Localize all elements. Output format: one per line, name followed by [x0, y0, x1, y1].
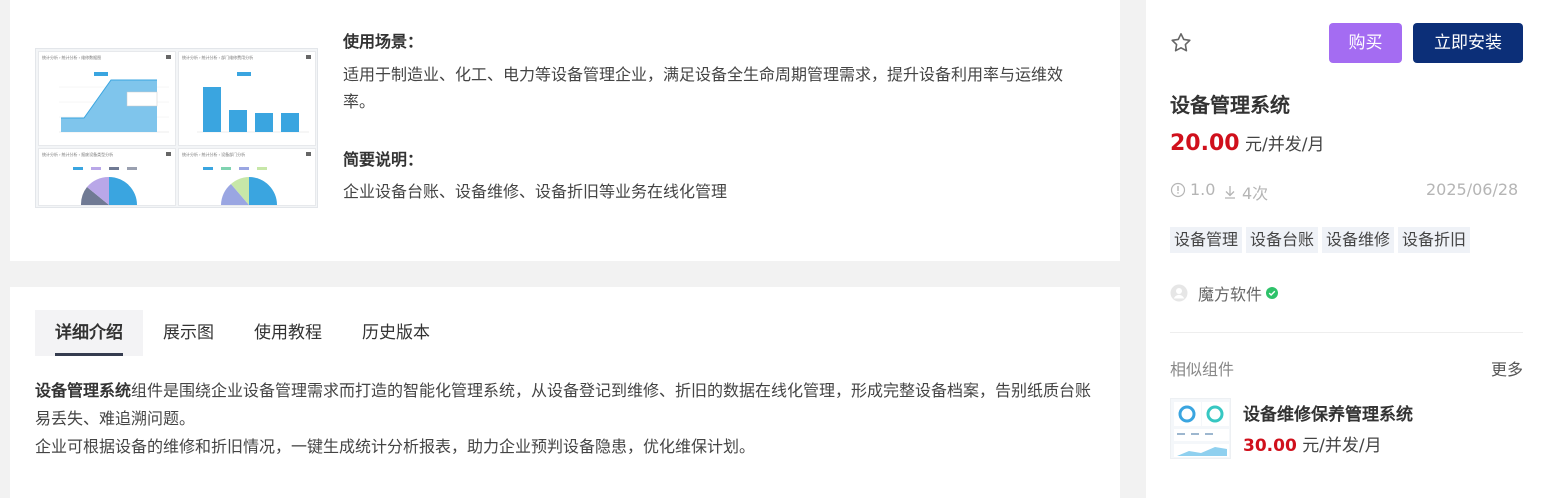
download-count: 4次 — [1242, 184, 1269, 203]
version-value: 1.0 — [1190, 180, 1216, 199]
thumbnail-panel-area-chart: 统计分析 › 统计分析 › 维修数据图 — [38, 51, 176, 146]
detail-paragraph-2: 企业可根据设备的维修和折旧情况，一键生成统计分析报表，助力企业预判设备隐患，优化… — [35, 437, 756, 456]
tag-item[interactable]: 设备台账 — [1246, 227, 1319, 253]
similar-item-thumbnail[interactable] — [1170, 398, 1231, 459]
detail-paragraph-1: 设备管理系统组件是围绕企业设备管理需求而打造的智能化管理系统，从设备登记到维修、… — [35, 377, 1095, 433]
thumbnail-panel-pie-chart: 统计分析 › 统计分析 › 报废设备类型分析 — [38, 148, 176, 206]
detail-product-name: 设备管理系统 — [35, 381, 132, 400]
tag-item[interactable]: 设备折旧 — [1398, 227, 1471, 253]
more-link[interactable]: 更多 — [1491, 356, 1523, 380]
buy-button[interactable]: 购买 — [1329, 23, 1402, 63]
brief-description-title: 简要说明： — [343, 150, 424, 169]
similar-price-unit: 元/并发/月 — [1302, 436, 1382, 456]
download-info: 4次 — [1222, 180, 1268, 204]
thumbnail-pie-chart — [73, 167, 137, 205]
tag-item[interactable]: 设备维修 — [1322, 227, 1395, 253]
usage-scenario-title: 使用场景： — [343, 32, 424, 51]
product-price: 20.00 元/并发/月 — [1170, 130, 1324, 156]
similar-price-value: 30.00 — [1243, 436, 1297, 456]
preview-thumbnail[interactable]: 统计分析 › 统计分析 › 维修数据图 统计分析 › 统计分析 › 部门维修费用… — [35, 48, 318, 208]
tab-detail[interactable]: 详细介绍 — [35, 310, 143, 356]
similar-thumbnail-graphic — [1174, 402, 1229, 457]
price-unit: 元/并发/月 — [1245, 135, 1325, 155]
download-icon — [1225, 186, 1235, 199]
verified-badge-icon — [1266, 287, 1279, 299]
thumbnail-pie-chart-2 — [203, 167, 277, 205]
similar-item-title[interactable]: 设备维修保养管理系统 — [1243, 400, 1413, 425]
version-info: 1.0 — [1170, 180, 1215, 199]
brief-description-text: 企业设备台账、设备维修、设备折旧等业务在线化管理 — [343, 182, 728, 201]
thumbnail-area-chart — [59, 72, 169, 133]
price-value: 20.00 — [1170, 131, 1240, 156]
user-avatar-icon — [1170, 284, 1188, 302]
tab-tutorial[interactable]: 使用教程 — [234, 310, 342, 356]
detail-card: 详细介绍 展示图 使用教程 历史版本 设备管理系统组件是围绕企业设备管理需求而打… — [10, 287, 1120, 498]
overview-card: 统计分析 › 统计分析 › 维修数据图 统计分析 › 统计分析 › 部门维修费用… — [10, 0, 1120, 261]
page: 统计分析 › 统计分析 › 维修数据图 统计分析 › 统计分析 › 部门维修费用… — [0, 0, 1553, 498]
favorite-star-icon[interactable] — [1169, 31, 1193, 55]
tab-history[interactable]: 历史版本 — [342, 310, 450, 356]
divider — [1170, 332, 1523, 333]
product-title: 设备管理系统 — [1170, 93, 1290, 117]
detail-description: 设备管理系统组件是围绕企业设备管理需求而打造的智能化管理系统，从设备登记到维修、… — [35, 377, 1095, 461]
detail-paragraph-1-text: 组件是围绕企业设备管理需求而打造的智能化管理系统，从设备登记到维修、折旧的数据在… — [35, 381, 1092, 428]
vendor-name: 魔方软件 — [1198, 285, 1263, 304]
install-button[interactable]: 立即安装 — [1413, 23, 1523, 63]
tab-screenshots[interactable]: 展示图 — [143, 310, 234, 356]
release-date: 2025/06/28 — [1426, 180, 1519, 199]
similar-components-heading: 相似组件 — [1170, 360, 1235, 379]
tag-list: 设备管理 设备台账 设备维修 设备折旧 — [1170, 227, 1471, 253]
detail-tabs: 详细介绍 展示图 使用教程 历史版本 — [35, 310, 450, 356]
thumbnail-panel-pie-chart-2: 统计分析 › 统计分析 › 设备部门分析 — [178, 148, 316, 206]
similar-item-price: 30.00 元/并发/月 — [1243, 431, 1382, 456]
info-circle-icon — [1170, 182, 1186, 197]
thumbnail-panel-bar-chart: 统计分析 › 统计分析 › 部门维修费用分析 — [178, 51, 316, 146]
thumbnail-bar-chart — [197, 72, 309, 133]
product-sidebar: 购买 立即安装 设备管理系统 20.00 元/并发/月 1.0 4次 2025/… — [1146, 0, 1553, 498]
tag-item[interactable]: 设备管理 — [1170, 227, 1243, 253]
vendor-info[interactable]: 魔方软件 — [1170, 281, 1279, 305]
usage-scenario-text: 适用于制造业、化工、电力等设备管理企业，满足设备全生命周期管理需求，提升设备利用… — [343, 65, 1064, 111]
